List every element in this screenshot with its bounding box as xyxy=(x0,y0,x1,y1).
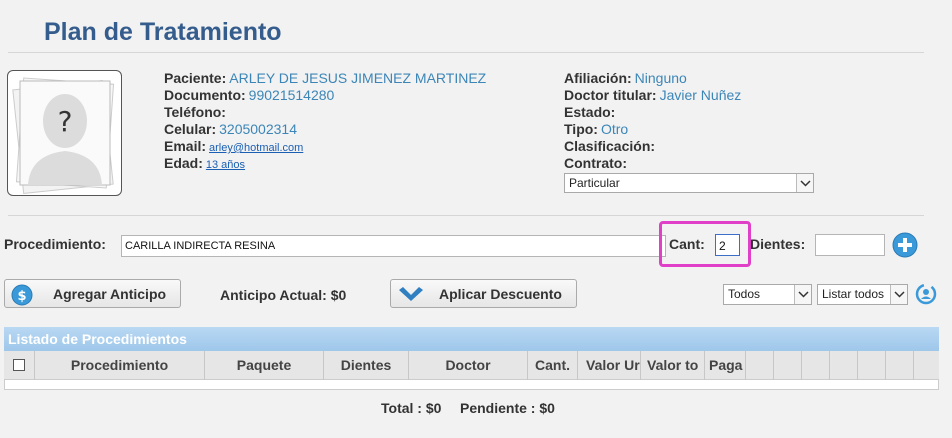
info-row-telefono: Teléfono: xyxy=(164,104,226,120)
age-link[interactable]: 13 años xyxy=(206,159,245,171)
col-extra-6 xyxy=(886,351,914,380)
info-row-doctor-titular: Doctor titular: Javier Nuñez xyxy=(564,87,742,103)
user-cycle-icon xyxy=(915,283,937,305)
col-cant[interactable]: Cant. xyxy=(528,351,578,380)
grid-body xyxy=(4,380,939,390)
col-extra-3 xyxy=(802,351,830,380)
info-row-clasificacion: Clasificación: xyxy=(564,138,656,154)
email-link[interactable]: arley@hotmail.com xyxy=(209,142,303,154)
info-row-afiliacion: Afiliación: Ninguno xyxy=(564,70,687,86)
dientes-label: Dientes: xyxy=(750,236,806,252)
grid-title: Listado de Procedimientos xyxy=(4,327,939,351)
divider-middle xyxy=(8,215,924,216)
col-paquete[interactable]: Paquete xyxy=(205,351,324,380)
col-procedimiento[interactable]: Procedimiento xyxy=(35,351,205,380)
select-all-checkbox-cell xyxy=(4,351,35,380)
procedimiento-label: Procedimiento: xyxy=(4,236,106,252)
agregar-anticipo-label: Agregar Anticipo xyxy=(53,286,167,302)
contrato-select[interactable]: Particular xyxy=(564,173,814,193)
person-silhouette-icon: ? xyxy=(12,77,115,194)
col-doctor[interactable]: Doctor xyxy=(409,351,528,380)
info-row-edad: Edad: 13 años xyxy=(164,155,246,171)
contrato-select-value: Particular xyxy=(569,176,620,190)
aplicar-descuento-button[interactable]: Aplicar Descuento xyxy=(390,279,577,308)
col-extra-4 xyxy=(830,351,858,380)
info-row-paciente: Paciente: ARLEY DE JESUS JIMENEZ MARTINEZ xyxy=(164,70,487,86)
cant-label: Cant: xyxy=(669,236,705,252)
select-all-checkbox[interactable] xyxy=(13,359,25,371)
grid-column-header: Procedimiento Paquete Dientes Doctor Can… xyxy=(4,351,939,380)
dientes-input[interactable] xyxy=(815,234,885,256)
anticipo-actual: Anticipo Actual: $0 xyxy=(220,287,347,303)
col-valor-unitario[interactable]: Valor Ur xyxy=(578,351,641,380)
aplicar-descuento-label: Aplicar Descuento xyxy=(439,286,562,302)
procedimiento-input[interactable]: CARILLA INDIRECTA RESINA xyxy=(121,235,666,257)
info-row-email: Email: arley@hotmail.com xyxy=(164,138,304,154)
col-dientes[interactable]: Dientes xyxy=(324,351,409,380)
col-extra-2 xyxy=(774,351,802,380)
filter-select[interactable]: Todos xyxy=(723,284,812,305)
page-title: Plan de Tratamiento xyxy=(44,18,282,46)
user-refresh-button[interactable] xyxy=(914,282,938,306)
photo-question-mark: ? xyxy=(58,105,73,138)
chevron-down-icon xyxy=(399,287,423,301)
list-select-value: Listar todos xyxy=(822,287,885,301)
dollar-coin-icon: $ xyxy=(11,284,33,306)
patient-photo[interactable]: ? xyxy=(7,70,122,196)
info-row-estado: Estado: xyxy=(564,104,616,120)
plus-circle-icon xyxy=(892,232,918,258)
add-procedure-button[interactable] xyxy=(892,232,918,258)
info-row-celular: Celular: 3205002314 xyxy=(164,121,297,137)
chevron-down-icon xyxy=(794,285,811,304)
col-extra-5 xyxy=(858,351,886,380)
svg-text:$: $ xyxy=(17,289,26,304)
col-pagado[interactable]: Paga xyxy=(705,351,746,380)
pendiente-amount: Pendiente : $0 xyxy=(460,400,555,416)
col-valor-total[interactable]: Valor to xyxy=(641,351,705,380)
col-extra-1 xyxy=(746,351,774,380)
divider-top xyxy=(8,52,924,53)
filter-select-value: Todos xyxy=(728,287,761,301)
chevron-down-icon xyxy=(796,174,813,192)
total-amount: Total : $0 xyxy=(381,400,442,416)
info-row-tipo: Tipo: Otro xyxy=(564,121,629,137)
agregar-anticipo-button[interactable]: $ Agregar Anticipo xyxy=(4,279,181,308)
chevron-down-icon xyxy=(890,285,907,304)
info-row-contrato: Contrato: xyxy=(564,155,627,171)
patient-info-right: Afiliación: Ninguno Doctor titular: Javier… xyxy=(564,70,741,172)
info-row-documento: Documento: 99021514280 xyxy=(164,87,335,103)
patient-info-left: Paciente: ARLEY DE JESUS JIMENEZ MARTINEZ… xyxy=(164,70,486,172)
cant-input[interactable]: 2 xyxy=(715,234,740,256)
list-select[interactable]: Listar todos xyxy=(817,284,908,305)
